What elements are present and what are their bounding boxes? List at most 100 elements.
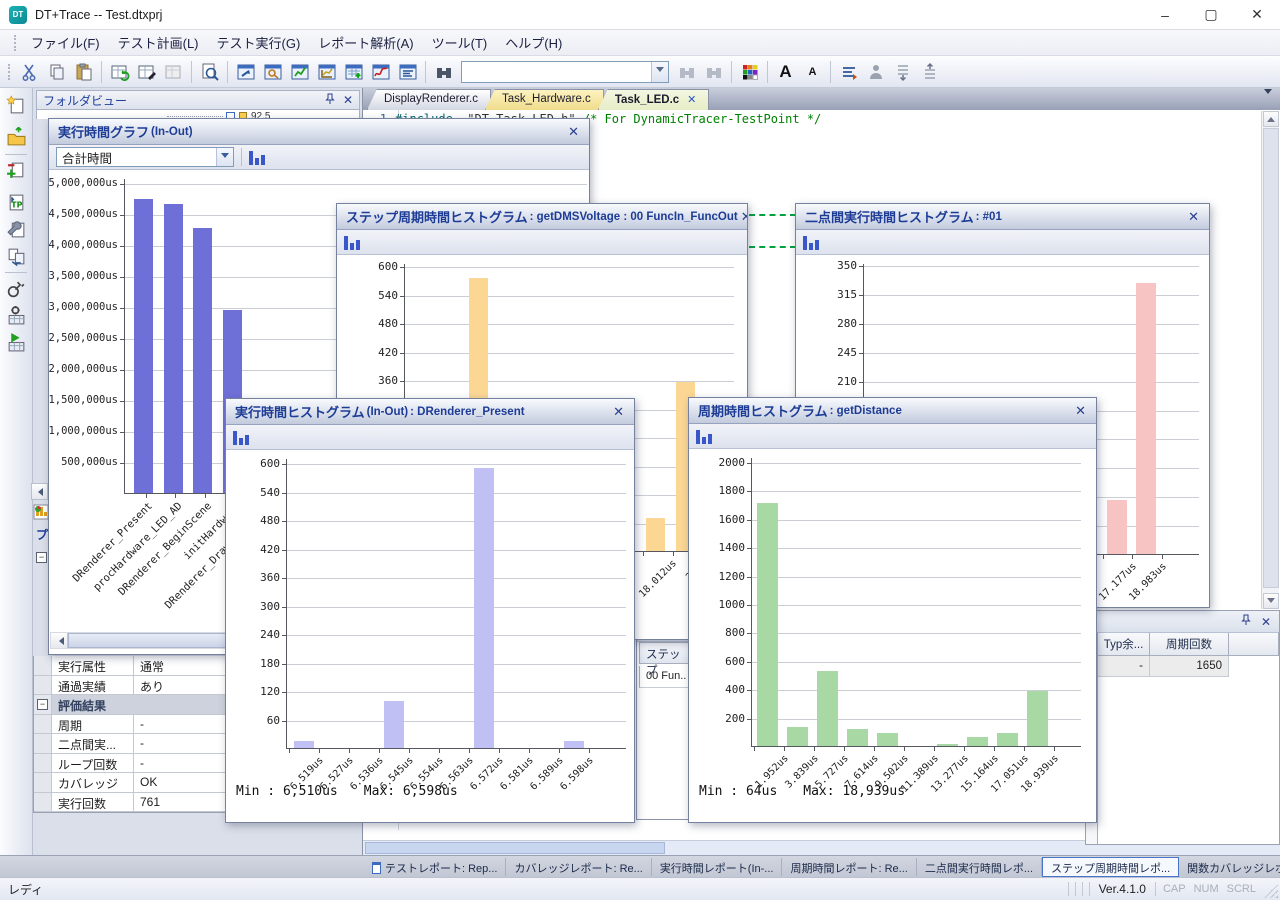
test-plan-edit-icon[interactable] <box>133 58 160 85</box>
font-increase-icon[interactable]: A <box>772 58 799 85</box>
scroll-down-icon[interactable] <box>1263 593 1279 609</box>
scroll-left-button[interactable] <box>31 483 48 500</box>
editor-tab-task_led-c[interactable]: Task_LED.c✕ <box>598 89 710 110</box>
column-header[interactable]: Typ余... <box>1098 633 1150 656</box>
bookmark-lines-icon[interactable] <box>835 58 862 85</box>
report-exec-time-icon[interactable] <box>259 58 286 85</box>
cut-icon[interactable] <box>16 58 43 85</box>
new-project-icon[interactable] <box>4 93 29 118</box>
scrollbar-thumb[interactable] <box>365 842 665 854</box>
property-row[interactable]: カバレッジOK <box>34 773 227 793</box>
editor-vertical-scrollbar[interactable] <box>1261 111 1279 609</box>
close-panel-icon[interactable]: ✕ <box>343 93 353 107</box>
report-tab[interactable]: 二点間実行時間レポ... <box>917 858 1042 876</box>
editor-tab-task_hardware-c[interactable]: Task_Hardware.c <box>485 89 604 110</box>
step-list-item[interactable]: 00 Fun.. <box>639 666 689 688</box>
window-title-bar[interactable]: 二点間実行時間ヒストグラム : #01 ✕ <box>796 204 1209 230</box>
column-header[interactable]: 周期回数 <box>1150 633 1229 656</box>
tab-scroll-arrow-icon[interactable] <box>1264 94 1272 108</box>
close-window-icon[interactable]: ✕ <box>1185 209 1202 225</box>
close-button[interactable]: ✕ <box>1234 0 1280 30</box>
bar-chart-icon[interactable] <box>249 150 265 165</box>
scrollbar-thumb[interactable] <box>1263 128 1279 588</box>
report-tab[interactable]: カバレッジレポート: Re... <box>506 858 651 876</box>
build-gear-icon[interactable] <box>4 303 29 328</box>
minimize-button[interactable]: – <box>1142 0 1188 30</box>
property-row[interactable]: ループ回数- <box>34 754 227 774</box>
close-panel-icon[interactable]: ✕ <box>1261 615 1271 629</box>
pin-icon[interactable] <box>1241 614 1251 629</box>
window-title-bar[interactable]: 実行時間グラフ (In-Out) ✕ <box>49 119 589 145</box>
window-title-bar[interactable]: ステップ周期時間ヒストグラム : getDMSVoltage : 00 Func… <box>337 204 747 230</box>
bar-chart-icon[interactable] <box>233 430 249 445</box>
close-window-icon[interactable]: ✕ <box>1072 403 1089 419</box>
run-play-icon[interactable] <box>4 330 29 355</box>
report-tab[interactable]: 周期時間レポート: Re... <box>782 858 916 876</box>
maximize-button[interactable]: ▢ <box>1188 0 1234 30</box>
add-file-icon[interactable] <box>4 158 29 183</box>
color-palette-icon[interactable] <box>736 58 763 85</box>
settings-wrench-icon[interactable] <box>4 217 29 242</box>
report-cycle-time-icon[interactable] <box>286 58 313 85</box>
collapse-icon[interactable]: − <box>37 699 48 710</box>
copy-icon[interactable] <box>43 58 70 85</box>
bar-chart-icon[interactable] <box>344 235 360 250</box>
grid-line <box>752 605 1081 606</box>
search-input[interactable] <box>462 62 651 82</box>
search-combobox[interactable] <box>461 61 669 83</box>
connect-plug-icon[interactable] <box>4 276 29 301</box>
step-column-header[interactable]: ステップ <box>639 642 689 664</box>
property-row[interactable]: 実行回数761 <box>34 793 227 813</box>
resize-grip[interactable] <box>1264 884 1278 898</box>
editor-tab-displayrenderer-c[interactable]: DisplayRenderer.c <box>367 89 491 110</box>
close-window-icon[interactable]: ✕ <box>738 209 748 225</box>
close-window-icon[interactable]: ✕ <box>610 404 627 420</box>
font-decrease-icon[interactable]: A <box>799 58 826 85</box>
chevron-down-icon[interactable] <box>216 148 233 166</box>
tree-expander-icon[interactable]: − <box>36 552 47 563</box>
window-title-bar[interactable]: 実行時間ヒストグラム (In-Out) : DRenderer_Present … <box>226 399 634 425</box>
report-tab[interactable]: テストレポート: Rep... <box>364 858 506 876</box>
property-row[interactable]: 通過実績あり <box>34 676 227 696</box>
property-row[interactable]: 二点間実...- <box>34 734 227 754</box>
report-list-icon[interactable] <box>394 58 421 85</box>
bar-chart-icon[interactable] <box>803 235 819 250</box>
menu-item[interactable]: ファイル(F) <box>22 29 109 56</box>
scroll-left-icon[interactable] <box>51 633 68 648</box>
property-row[interactable]: 実行属性通常 <box>34 656 227 676</box>
pin-icon[interactable] <box>325 93 335 108</box>
chart-colorful-icon[interactable] <box>33 504 49 520</box>
report-curve-icon[interactable] <box>367 58 394 85</box>
time-type-combobox[interactable]: 合計時間 <box>56 147 234 167</box>
row-expander <box>34 734 52 753</box>
scroll-up-icon[interactable] <box>1263 111 1279 127</box>
property-row[interactable]: 周期- <box>34 715 227 735</box>
bar-chart-icon[interactable] <box>696 429 712 444</box>
test-plan-sync-icon[interactable] <box>106 58 133 85</box>
report-xy-time-icon[interactable] <box>313 58 340 85</box>
menu-item[interactable]: ヘルプ(H) <box>496 29 571 56</box>
menu-item[interactable]: レポート解析(A) <box>309 29 422 56</box>
menu-item[interactable]: ツール(T) <box>423 29 497 56</box>
side-toolbar: TP <box>0 88 33 877</box>
report-step-table-icon[interactable] <box>340 58 367 85</box>
property-row[interactable]: −評価結果 <box>34 695 227 715</box>
toolbar-separator <box>101 61 102 83</box>
close-tab-icon[interactable]: ✕ <box>687 94 696 106</box>
report-tab[interactable]: ステップ周期時間レポ... <box>1042 857 1179 877</box>
find-binoculars-icon[interactable] <box>430 58 457 85</box>
open-project-icon[interactable] <box>4 125 29 150</box>
menu-item[interactable]: テスト実行(G) <box>208 29 310 56</box>
window-title-bar[interactable]: 周期時間ヒストグラム : getDistance ✕ <box>689 398 1096 424</box>
testpoint-file-icon[interactable]: TP <box>4 190 29 215</box>
report-tab[interactable]: 関数カバレッジレポー... <box>1179 858 1280 876</box>
menu-item[interactable]: テスト計画(L) <box>109 29 208 56</box>
zoom-document-icon[interactable] <box>196 58 223 85</box>
report-exec-graph-icon[interactable] <box>232 58 259 85</box>
search-dropdown-arrow[interactable] <box>651 62 668 82</box>
menu-bar: ファイル(F)テスト計画(L)テスト実行(G)レポート解析(A)ツール(T)ヘル… <box>0 30 1280 56</box>
convert-files-icon[interactable] <box>4 244 29 269</box>
paste-icon[interactable] <box>70 58 97 85</box>
close-window-icon[interactable]: ✕ <box>565 124 582 140</box>
report-tab[interactable]: 実行時間レポート(In-... <box>652 858 783 876</box>
